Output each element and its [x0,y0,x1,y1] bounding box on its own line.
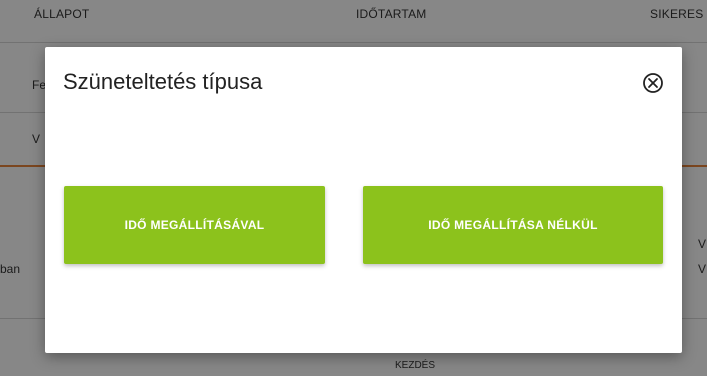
button-label: IDŐ MEGÁLLÍTÁSÁVAL [124,218,265,232]
pause-without-time-stop-button[interactable]: IDŐ MEGÁLLÍTÁSA NÉLKÜL [363,186,663,264]
close-icon[interactable] [642,72,664,94]
button-label: IDŐ MEGÁLLÍTÁSA NÉLKÜL [428,218,598,232]
dialog-title: Szüneteltetés típusa [63,69,263,94]
pause-type-dialog: Szüneteltetés típusa IDŐ MEGÁLLÍTÁSÁVAL … [45,47,682,353]
pause-with-time-stop-button[interactable]: IDŐ MEGÁLLÍTÁSÁVAL [64,186,325,264]
